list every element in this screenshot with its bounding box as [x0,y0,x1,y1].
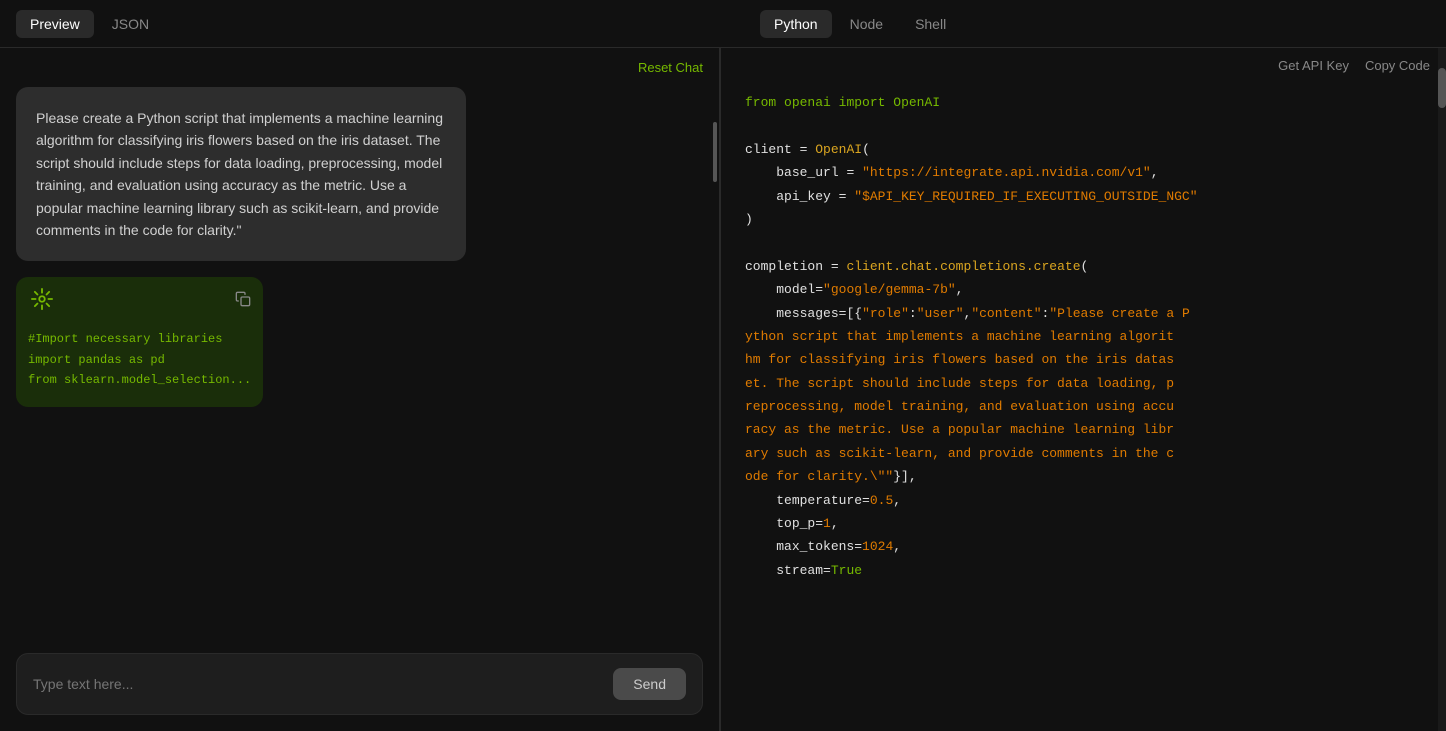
code-toolbar: Get API Key Copy Code [721,48,1446,83]
tab-python[interactable]: Python [760,10,832,38]
right-tab-group: Python Node Shell [736,10,1430,38]
code-line-2: import pandas as pd [28,350,251,370]
chat-input-area: Send [0,641,719,731]
chat-panel: Reset Chat Please create a Python script… [0,48,720,731]
chat-scroll-indicator [711,98,719,651]
reset-chat-button[interactable]: Reset Chat [638,60,703,75]
chat-input[interactable] [33,676,613,692]
code-content: from openai import OpenAI client = OpenA… [721,83,1446,731]
tab-node[interactable]: Node [836,10,897,38]
code-block-icon [28,285,56,313]
code-line-3: from sklearn.model_selection... [28,370,251,390]
tab-preview[interactable]: Preview [16,10,94,38]
right-scrollbar[interactable] [1438,48,1446,731]
chat-header: Reset Chat [0,48,719,87]
user-message-text: Please create a Python script that imple… [36,110,443,238]
tab-shell[interactable]: Shell [901,10,960,38]
code-panel: Get API Key Copy Code from openai import… [721,48,1446,731]
get-api-key-button[interactable]: Get API Key [1278,58,1349,73]
left-tab-group: Preview JSON [16,10,736,38]
code-message-block: #Import necessary libraries import panda… [16,277,263,406]
code-message-body: #Import necessary libraries import panda… [16,321,263,406]
user-message: Please create a Python script that imple… [16,87,466,261]
code-block: from openai import OpenAI client = OpenA… [745,95,1198,578]
copy-code-button[interactable]: Copy Code [1365,58,1430,73]
chat-scroll-thumb[interactable] [713,122,717,182]
send-button[interactable]: Send [613,668,686,700]
chat-messages: Please create a Python script that imple… [0,87,719,641]
chat-input-container: Send [16,653,703,715]
code-copy-icon-button[interactable] [235,291,251,307]
code-message-header [16,277,263,321]
tab-json[interactable]: JSON [98,10,163,38]
right-scrollbar-thumb[interactable] [1438,68,1446,108]
code-line-1: #Import necessary libraries [28,329,251,349]
